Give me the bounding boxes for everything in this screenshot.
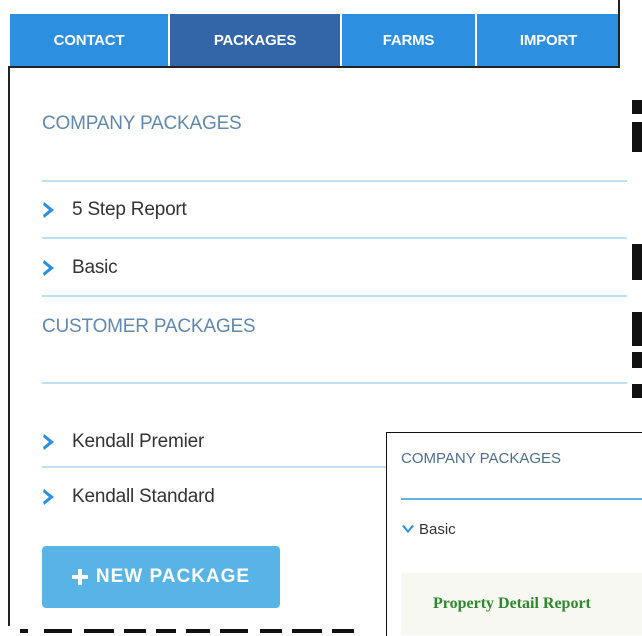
cropped-content — [632, 352, 642, 368]
tab-import[interactable]: IMPORT — [477, 14, 620, 66]
new-package-label: NEW PACKAGE — [95, 566, 251, 587]
cropped-content — [632, 244, 642, 280]
panel-border-right — [618, 0, 620, 66]
divider — [42, 237, 627, 239]
package-row-5-step-report[interactable]: 5 Step Report — [42, 194, 627, 226]
panel-border-top — [8, 66, 620, 68]
cropped-content — [632, 100, 642, 114]
report-item[interactable]: Property Detail Report — [401, 573, 642, 635]
package-label: Kendall Standard — [72, 486, 215, 507]
chevron-down-icon — [401, 524, 415, 536]
package-label: 5 Step Report — [72, 199, 187, 220]
overlay-section-title: COMPANY PACKAGES — [401, 450, 562, 467]
cropped-content — [632, 384, 642, 398]
tab-contact[interactable]: CONTACT — [10, 14, 170, 66]
cropped-content — [632, 312, 642, 346]
tab-bar: CONTACT PACKAGES FARMS IMPORT — [10, 14, 620, 66]
package-label: Basic — [419, 521, 456, 538]
new-package-button[interactable]: NEW PACKAGE — [42, 546, 280, 608]
chevron-right-icon — [42, 485, 62, 509]
package-row-basic[interactable]: Basic — [42, 252, 627, 284]
report-label: Property Detail Report — [433, 595, 591, 612]
panel-border-left — [8, 66, 10, 626]
divider — [42, 382, 627, 384]
plus-icon — [71, 569, 88, 585]
chevron-right-icon — [42, 256, 62, 280]
divider — [42, 180, 627, 182]
package-label: Basic — [72, 257, 118, 278]
divider — [401, 498, 642, 500]
chevron-right-icon — [42, 430, 62, 454]
cropped-content — [632, 122, 642, 152]
package-label: Kendall Premier — [72, 431, 205, 452]
package-row-basic-expanded[interactable]: Basic — [401, 521, 456, 538]
cropped-content — [20, 629, 354, 633]
company-packages-title: COMPANY PACKAGES — [42, 113, 242, 134]
tab-farms[interactable]: FARMS — [342, 14, 477, 66]
overlay-package-detail: COMPANY PACKAGES Basic Property Detail R… — [386, 432, 642, 636]
divider — [42, 295, 627, 297]
tab-packages[interactable]: PACKAGES — [170, 14, 342, 66]
chevron-right-icon — [42, 198, 62, 222]
customer-packages-title: CUSTOMER PACKAGES — [42, 316, 256, 337]
